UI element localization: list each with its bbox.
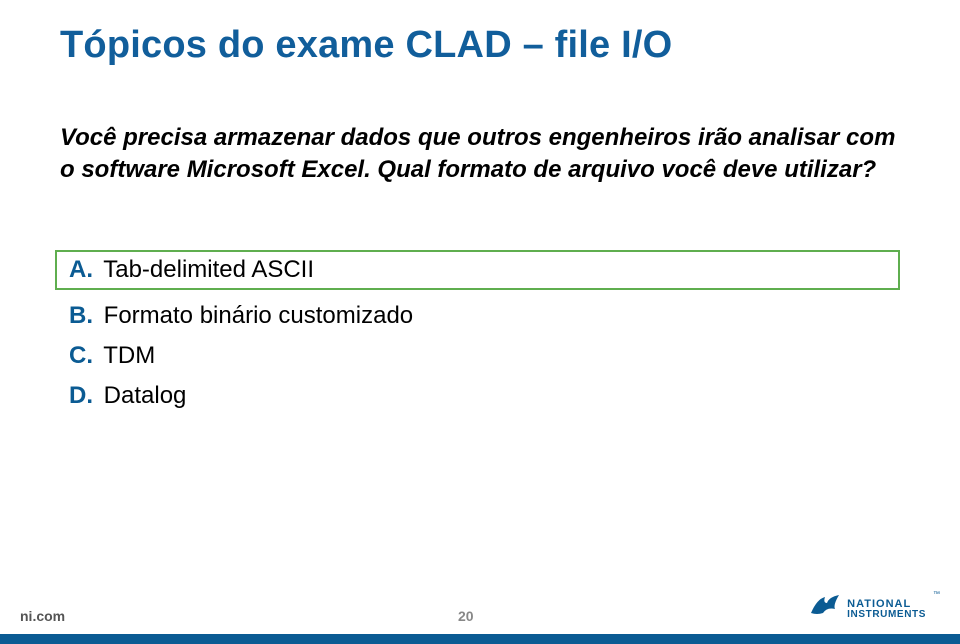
ni-logo: NATIONAL INSTRUMENTS ™ [809, 593, 940, 626]
answer-text: Tab-delimited ASCII [103, 256, 314, 283]
eagle-icon [809, 593, 841, 626]
answer-letter: D. [69, 382, 93, 409]
answer-letter: B. [69, 302, 93, 329]
answer-text: Datalog [104, 382, 187, 409]
answer-text: TDM [103, 342, 155, 369]
answer-c: C. TDM [55, 336, 900, 376]
answer-letter: C. [69, 342, 93, 369]
question-text: Você precisa armazenar dados que outros … [60, 122, 900, 187]
page-number: 20 [458, 608, 474, 624]
footer-bar [0, 634, 960, 644]
answer-list: A. Tab-delimited ASCII B. Formato binári… [55, 250, 900, 416]
slide-container: Tópicos do exame CLAD – file I/O Você pr… [0, 0, 960, 644]
answer-d: D. Datalog [55, 376, 900, 416]
logo-line2: INSTRUMENTS [847, 610, 926, 620]
answer-text: Formato binário customizado [104, 302, 413, 329]
answer-letter: A. [69, 256, 93, 283]
footer-link: ni.com [20, 608, 65, 624]
answer-b: B. Formato binário customizado [55, 296, 900, 336]
answer-a: A. Tab-delimited ASCII [55, 250, 900, 290]
trademark-icon: ™ [933, 591, 940, 598]
logo-text: NATIONAL INSTRUMENTS [847, 599, 926, 620]
slide-title: Tópicos do exame CLAD – file I/O [60, 24, 672, 67]
